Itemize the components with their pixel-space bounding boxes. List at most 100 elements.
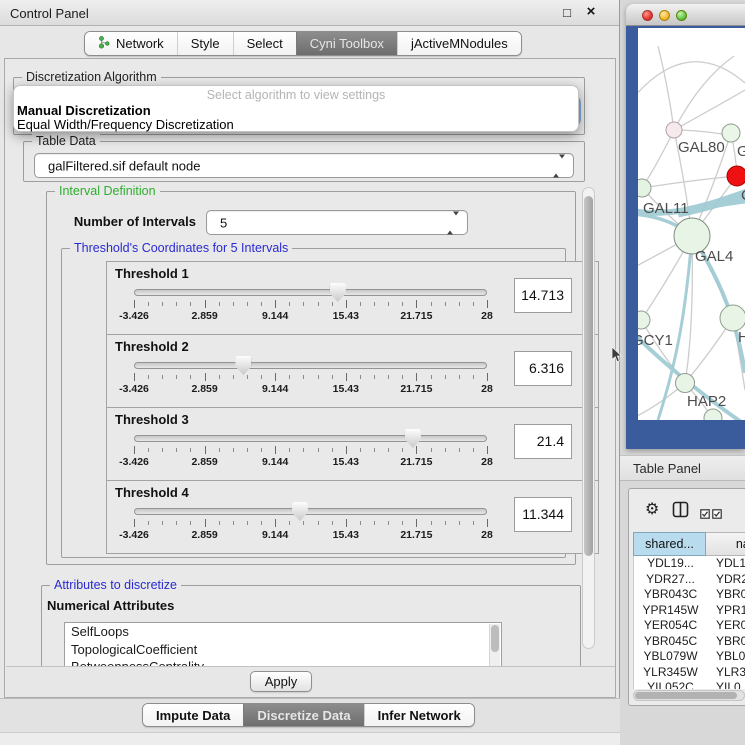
tick-mark: [445, 448, 446, 452]
option-equal-width-frequency[interactable]: Equal Width/Frequency Discretization: [17, 117, 234, 132]
tick-mark: [445, 375, 446, 379]
tick-mark: [190, 521, 191, 525]
tick-mark: [374, 448, 375, 452]
tab-network[interactable]: Network: [85, 32, 177, 55]
tick-mark: [416, 446, 417, 454]
tab-discretize-data[interactable]: Discretize Data: [243, 704, 363, 726]
number-of-intervals-combobox[interactable]: 5: [206, 210, 468, 235]
table-row[interactable]: YDR27...YDR2: [634, 572, 745, 588]
cell[interactable]: YBR0: [707, 634, 745, 650]
list-item[interactable]: SelfLoops: [65, 623, 501, 641]
threshold-3-panel: Threshold 3 -3.426 2.859 9.144 15.43 21.…: [106, 407, 599, 481]
cell[interactable]: YBR045C: [634, 634, 707, 650]
cell[interactable]: YBR043C: [634, 587, 707, 603]
table-hscrollbar-thumb[interactable]: [635, 692, 737, 699]
minimize-traffic-light-icon[interactable]: [659, 10, 670, 21]
table-row[interactable]: YBR045CYBR0: [634, 634, 745, 650]
network-canvas[interactable]: GAL80 GA C GAL11 GAL4 GCY1 H HAP2: [638, 28, 745, 420]
tick-mark: [402, 521, 403, 525]
cell[interactable]: YLR3: [707, 665, 745, 681]
tab-jactivemnodules[interactable]: jActiveMNodules: [397, 32, 521, 55]
table-data-combobox[interactable]: galFiltered.sif default node: [34, 153, 574, 178]
tab-cyni-label: Cyni Toolbox: [310, 36, 384, 51]
content-scrollbar-thumb[interactable]: [584, 196, 593, 556]
tab-style[interactable]: Style: [177, 32, 233, 55]
columns-icon[interactable]: [672, 501, 689, 523]
content-scrollbar[interactable]: [582, 187, 595, 649]
tab-impute-data[interactable]: Impute Data: [143, 704, 243, 726]
cell[interactable]: YLR345W: [634, 665, 707, 681]
tick-label: -3.426: [119, 383, 149, 395]
tab-discretize-label: Discretize Data: [257, 708, 350, 723]
close-icon[interactable]: ×: [583, 3, 599, 20]
tick-mark: [360, 302, 361, 306]
cell[interactable]: YER054C: [634, 618, 707, 634]
threshold-4-value-field[interactable]: 11.344: [514, 497, 572, 532]
node-gal11[interactable]: [638, 179, 651, 197]
threshold-3-slider-track[interactable]: [134, 435, 487, 442]
float-window-icon[interactable]: □: [559, 5, 575, 20]
tick-mark: [289, 521, 290, 525]
tick-mark: [275, 373, 276, 381]
tick-mark: [318, 521, 319, 525]
table-row[interactable]: YLR345WYLR3: [634, 665, 745, 681]
cell[interactable]: YIL052C: [634, 680, 707, 689]
node-label-gal80: GAL80: [678, 139, 725, 156]
cell[interactable]: YPR145W: [634, 603, 707, 619]
node-gal80[interactable]: [666, 122, 682, 138]
network-window-titlebar[interactable]: [626, 4, 745, 26]
tab-cyni-toolbox[interactable]: Cyni Toolbox: [296, 32, 397, 55]
node-red-selected[interactable]: [727, 166, 745, 186]
threshold-3-value-field[interactable]: 21.4: [514, 424, 572, 459]
node-gcy1[interactable]: [638, 311, 650, 329]
checkbox-checked-icon[interactable]: [700, 506, 710, 524]
cell[interactable]: YBL0: [707, 649, 745, 665]
cell[interactable]: YIL0: [707, 680, 745, 689]
threshold-2-value-field[interactable]: 6.316: [514, 351, 572, 386]
cell[interactable]: YPR1: [707, 603, 745, 619]
tick-mark: [162, 375, 163, 379]
zoom-traffic-light-icon[interactable]: [676, 10, 687, 21]
tick-mark: [205, 373, 206, 381]
table-row[interactable]: YER054CYER0: [634, 618, 745, 634]
tick-label: 2.859: [191, 529, 217, 541]
column-header-name[interactable]: name: [706, 532, 745, 556]
list-scrollbar-thumb[interactable]: [491, 625, 499, 652]
node-right-mid[interactable]: [720, 305, 745, 331]
threshold-2-slider-track[interactable]: [134, 362, 487, 369]
column-header-shared-name[interactable]: shared...: [633, 532, 706, 556]
checkbox-checked-icon[interactable]: [712, 506, 722, 524]
table-row[interactable]: YBR043CYBR0: [634, 587, 745, 603]
table-row[interactable]: YDL19...YDL1: [634, 556, 745, 572]
table-panel-title: Table Panel: [633, 461, 701, 476]
threshold-4-slider-track[interactable]: [134, 508, 487, 515]
network-view-window: GAL80 GA C GAL11 GAL4 GCY1 H HAP2: [626, 4, 745, 449]
cell[interactable]: YER0: [707, 618, 745, 634]
threshold-1-slider-track[interactable]: [134, 289, 487, 296]
cell[interactable]: YDR2: [707, 572, 745, 588]
table-row[interactable]: YBL079WYBL0: [634, 649, 745, 665]
gear-icon[interactable]: ⚙: [645, 501, 659, 517]
apply-button[interactable]: Apply: [250, 671, 312, 692]
node-hap2[interactable]: [676, 374, 695, 393]
tick-label: 15.43: [333, 456, 359, 468]
cell[interactable]: YBR0: [707, 587, 745, 603]
list-item[interactable]: TopologicalCoefficient: [65, 641, 501, 659]
cell[interactable]: YDL1: [707, 556, 745, 572]
node-bottom-partial[interactable]: [704, 409, 722, 420]
close-traffic-light-icon[interactable]: [642, 10, 653, 21]
cell[interactable]: YDL19...: [634, 556, 707, 572]
cell[interactable]: YBL079W: [634, 649, 707, 665]
option-manual-discretization[interactable]: Manual Discretization: [17, 103, 151, 118]
threshold-1-value-field[interactable]: 14.713: [514, 278, 572, 313]
tab-infer-network[interactable]: Infer Network: [364, 704, 474, 726]
table-row[interactable]: YPR145WYPR1: [634, 603, 745, 619]
table-row[interactable]: YIL052CYIL0: [634, 680, 745, 689]
tab-select[interactable]: Select: [233, 32, 296, 55]
cell[interactable]: YDR27...: [634, 572, 707, 588]
tick-mark: [332, 375, 333, 379]
table-horizontal-scrollbar[interactable]: [633, 690, 745, 701]
tick-mark: [205, 519, 206, 527]
tick-mark: [176, 302, 177, 306]
tick-mark: [134, 300, 135, 308]
